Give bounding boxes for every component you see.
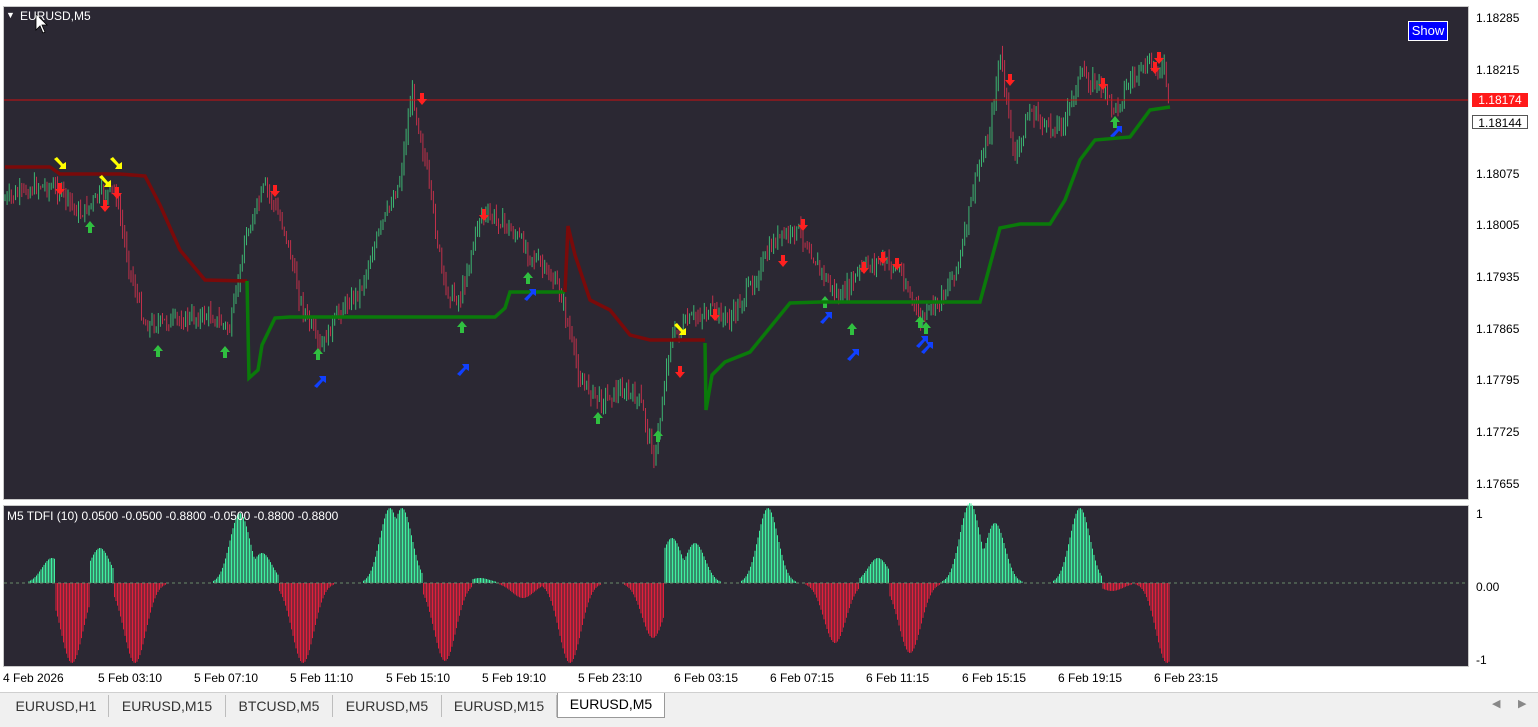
tab-eurusd-h1[interactable]: EURUSD,H1 xyxy=(4,695,109,717)
current-price-tag: 1.18174 xyxy=(1472,93,1528,107)
tab-eurusd-m5-active[interactable]: EURUSD,M5 xyxy=(557,693,665,718)
signal-arrow-red xyxy=(1005,74,1015,86)
scroll-left-icon[interactable]: ◀ xyxy=(1492,697,1500,710)
price-tick: 1.17865 xyxy=(1476,322,1520,336)
indicator-tick: -1 xyxy=(1476,653,1487,667)
signal-arrow-red xyxy=(859,262,869,274)
indicator-tick: 1 xyxy=(1476,507,1483,521)
chart-tab-bar: EURUSD,H1 EURUSD,M15 BTCUSD,M5 EURUSD,M5… xyxy=(0,692,1538,727)
signal-arrow-green xyxy=(653,430,663,442)
signal-arrow-green xyxy=(85,221,95,233)
chart-title: EURUSD,M5 xyxy=(20,9,91,23)
signal-arrow-blue xyxy=(820,312,832,324)
indicator-label: M5 TDFI (10) 0.0500 -0.0500 -0.8800 -0.0… xyxy=(7,509,339,523)
signal-arrows xyxy=(54,52,1164,442)
signal-arrow-yellow xyxy=(110,157,122,169)
signal-arrow-green xyxy=(220,346,230,358)
signal-arrow-blue xyxy=(921,342,933,354)
price-tick: 1.17795 xyxy=(1476,373,1520,387)
show-button[interactable]: Show xyxy=(1408,21,1448,41)
time-tick: 6 Feb 23:15 xyxy=(1154,671,1219,685)
signal-arrow-green xyxy=(847,323,857,335)
time-tick: 6 Feb 03:15 xyxy=(674,671,739,685)
signal-arrow-green xyxy=(523,272,533,284)
signal-arrow-green xyxy=(457,321,467,333)
time-tick: 5 Feb 07:10 xyxy=(194,671,259,685)
signal-arrow-red xyxy=(100,200,110,212)
signal-arrow-green xyxy=(313,348,323,360)
time-tick: 5 Feb 03:10 xyxy=(98,671,163,685)
price-tick: 1.18285 xyxy=(1476,11,1520,25)
price-tick: 1.18215 xyxy=(1476,63,1520,77)
marker-price-tag: 1.18144 xyxy=(1472,115,1528,130)
signal-arrow-blue xyxy=(457,364,469,376)
time-tick: 6 Feb 11:15 xyxy=(866,671,930,685)
time-tick: 5 Feb 23:10 xyxy=(578,671,643,685)
signal-arrow-yellow xyxy=(674,323,686,335)
signal-arrow-red xyxy=(675,366,685,378)
scroll-right-icon[interactable]: ▶ xyxy=(1518,697,1526,710)
price-tick: 1.17935 xyxy=(1476,270,1520,284)
tab-eurusd-m15-2[interactable]: EURUSD,M15 xyxy=(442,695,557,717)
signal-arrow-yellow xyxy=(54,157,66,169)
trailing-stop-up xyxy=(245,280,565,382)
signal-arrow-red xyxy=(798,219,808,231)
signal-arrow-blue xyxy=(314,376,326,388)
tab-eurusd-m15[interactable]: EURUSD,M15 xyxy=(109,695,226,717)
trailing-stop-down xyxy=(5,165,248,283)
chart-drawing xyxy=(4,13,1468,663)
time-tick: 5 Feb 15:10 xyxy=(386,671,451,685)
trailing-stop-up xyxy=(703,105,1171,411)
tab-eurusd-m5[interactable]: EURUSD,M5 xyxy=(333,695,442,717)
chart-window: ▼ EURUSD,M5 Show 1.18174 1.18144 1.18285… xyxy=(0,0,1538,692)
signal-arrow-blue xyxy=(847,349,859,361)
dropdown-triangle-icon[interactable]: ▼ xyxy=(6,10,15,20)
time-tick: 4 Feb 2026 xyxy=(3,671,64,685)
trailing-stop-down xyxy=(563,225,705,342)
signal-arrow-green xyxy=(153,345,163,357)
time-tick: 6 Feb 15:15 xyxy=(962,671,1027,685)
signal-arrow-red xyxy=(417,93,427,105)
time-tick: 6 Feb 07:15 xyxy=(770,671,835,685)
signal-arrow-yellow xyxy=(99,175,111,187)
time-tick: 6 Feb 19:15 xyxy=(1058,671,1123,685)
price-tick: 1.17655 xyxy=(1476,477,1520,491)
time-tick: 5 Feb 11:10 xyxy=(290,671,354,685)
price-tick: 1.18005 xyxy=(1476,218,1520,232)
price-tick: 1.18075 xyxy=(1476,167,1520,181)
signal-arrow-green xyxy=(593,412,603,424)
tab-btcusd-m5[interactable]: BTCUSD,M5 xyxy=(226,695,333,717)
indicator-tick: 0.00 xyxy=(1476,580,1500,594)
signal-arrow-red xyxy=(778,255,788,267)
time-tick: 5 Feb 19:10 xyxy=(482,671,547,685)
price-tick: 1.17725 xyxy=(1476,425,1520,439)
